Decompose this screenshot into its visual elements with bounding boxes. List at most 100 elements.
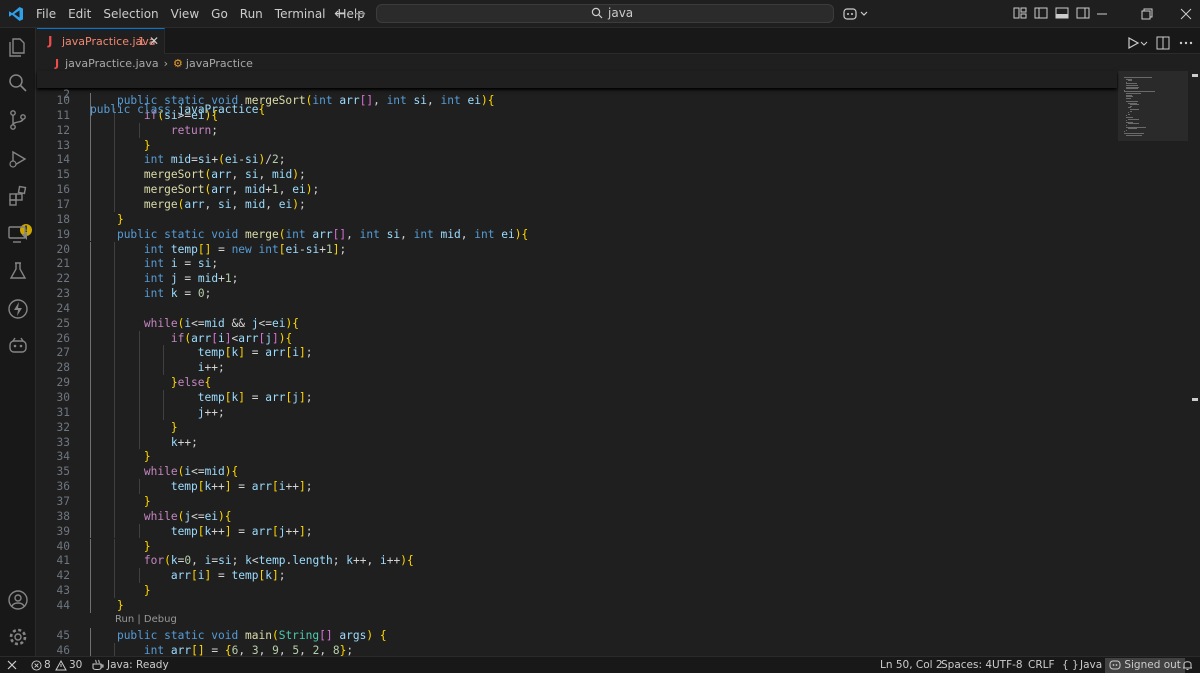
testing-icon[interactable] — [7, 260, 29, 282]
code-row[interactable]: 43 } — [37, 583, 1117, 598]
explorer-icon[interactable] — [7, 36, 29, 58]
code-row[interactable]: 29 }else{ — [37, 375, 1117, 390]
code-line: }else{ — [170, 376, 212, 390]
java-status[interactable]: Java: Ready — [107, 658, 169, 673]
toggle-primary-sidebar-icon[interactable] — [1034, 6, 1048, 20]
menu-run[interactable]: Run — [234, 0, 269, 28]
toggle-secondary-sidebar-icon[interactable] — [1076, 6, 1090, 20]
status-bar: 8 30 Java: Ready Ln 50, Col 2 Spaces: 4 … — [0, 656, 1200, 673]
indent-guide — [90, 390, 91, 405]
split-editor-icon[interactable] — [1155, 35, 1171, 51]
account-status[interactable]: Signed out — [1105, 658, 1185, 673]
menu-edit[interactable]: Edit — [62, 0, 97, 28]
warning-count[interactable]: 30 — [69, 658, 82, 673]
code-row[interactable]: 20 int temp[] = new int[ei-si+1]; — [37, 242, 1117, 257]
code-row[interactable]: 19 public static void merge(int arr[], i… — [37, 227, 1117, 242]
code-row[interactable]: 16 mergeSort(arr, mid+1, ei); — [37, 182, 1117, 197]
run-java-icon[interactable] — [1125, 35, 1141, 51]
code-row[interactable]: 34 } — [37, 449, 1117, 464]
menu-go[interactable]: Go — [205, 0, 234, 28]
indent-guide — [114, 345, 116, 361]
code-row[interactable]: 30 temp[k] = arr[j]; — [37, 390, 1117, 405]
back-arrow-icon[interactable]: ← — [332, 6, 348, 22]
indent-guide — [90, 300, 91, 316]
code-row[interactable]: 15 mergeSort(arr, si, mid); — [37, 167, 1117, 182]
code-row[interactable]: 14 int mid=si+(ei-si)/2; — [37, 152, 1117, 167]
toggle-panel-icon[interactable] — [1055, 6, 1069, 20]
run-and-debug-icon[interactable] — [7, 148, 29, 170]
code-editor[interactable]: 2 public class javaPractice{ 10 public s… — [37, 71, 1117, 658]
line-number: 26 — [56, 331, 70, 345]
indent-guide — [114, 256, 116, 272]
code-row[interactable]: 35 while(i<=mid){ — [37, 464, 1117, 479]
code-row[interactable]: 37 } — [37, 494, 1117, 509]
line-number: 22 — [56, 272, 70, 286]
cursor-position[interactable]: Ln 50, Col 2 — [880, 658, 943, 673]
minimap[interactable] — [1118, 71, 1188, 656]
code-row[interactable]: 27 temp[k] = arr[i]; — [37, 345, 1117, 360]
sticky-scroll-line[interactable]: 2 public class javaPractice{ — [37, 71, 1117, 116]
code-row[interactable]: 28 i++; — [37, 360, 1117, 375]
codelens-run-debug[interactable]: Run | Debug — [115, 614, 177, 625]
extensions-icon[interactable] — [7, 185, 29, 207]
code-row[interactable]: 33 k++; — [37, 435, 1117, 450]
remote-explorer-icon[interactable] — [7, 223, 29, 245]
copilot-icon[interactable] — [843, 6, 869, 22]
code-row[interactable]: 24 — [37, 301, 1117, 316]
remote-indicator-icon[interactable] — [0, 657, 24, 673]
code-row[interactable]: 12 return; — [37, 123, 1117, 138]
breadcrumb-symbol[interactable]: javaPractice — [186, 57, 253, 70]
code-row[interactable]: 36 temp[k++] = arr[i++]; — [37, 479, 1117, 494]
end-of-line[interactable]: CRLF — [1028, 658, 1055, 673]
menu-view[interactable]: View — [165, 0, 205, 28]
code-row[interactable]: 44 } — [37, 598, 1117, 613]
minimap-line — [1128, 118, 1139, 120]
code-row[interactable]: 42 arr[i] = temp[k]; — [37, 568, 1117, 583]
code-row[interactable]: 13 } — [37, 138, 1117, 153]
account-icon[interactable] — [7, 589, 29, 611]
minimap-slider[interactable] — [1118, 71, 1188, 141]
code-row[interactable]: 40 } — [37, 539, 1117, 554]
close-tab-icon[interactable]: ✕ — [149, 35, 161, 47]
code-row[interactable]: 18 } — [37, 212, 1117, 227]
code-row[interactable]: 23 int k = 0; — [37, 286, 1117, 301]
menu-selection[interactable]: Selection — [97, 0, 164, 28]
copilot-chat-icon[interactable] — [7, 335, 29, 357]
breadcrumb-file[interactable]: javaPractice.java — [65, 57, 159, 70]
restore-icon[interactable] — [1139, 6, 1155, 22]
minimize-icon[interactable] — [1094, 6, 1110, 22]
code-row[interactable]: 45 public static void main(String[] args… — [37, 628, 1117, 643]
code-row[interactable]: 22 int j = mid+1; — [37, 271, 1117, 286]
customize-layout-icon[interactable] — [1013, 6, 1027, 20]
menu-terminal[interactable]: Terminal — [269, 0, 332, 28]
line-number: 36 — [56, 480, 70, 494]
java-status-icon — [92, 659, 104, 670]
run-dropdown-chevron-icon[interactable] — [1140, 35, 1148, 51]
code-row[interactable]: 17 merge(arr, si, mid, ei); — [37, 197, 1117, 212]
error-count[interactable]: 8 — [44, 658, 51, 673]
code-row[interactable]: 41 for(k=0, i=si; k<temp.length; k++, i+… — [37, 553, 1117, 568]
tab-javapractice[interactable]: J javaPractice.java 1 ✕ — [37, 28, 165, 54]
more-actions-icon[interactable] — [1178, 35, 1194, 51]
lightning-icon[interactable] — [7, 298, 29, 320]
code-row[interactable]: 25 while(i<=mid && j<=ei){ — [37, 316, 1117, 331]
search-icon — [591, 7, 603, 19]
code-row[interactable]: 39 temp[k++] = arr[j++]; — [37, 524, 1117, 539]
search-view-icon[interactable] — [7, 72, 29, 94]
code-row[interactable]: 21 int i = si; — [37, 256, 1117, 271]
notifications-bell-icon[interactable] — [1181, 659, 1194, 671]
code-row[interactable]: 31 j++; — [37, 405, 1117, 420]
forward-arrow-icon[interactable]: → — [352, 6, 368, 22]
settings-gear-icon[interactable] — [7, 626, 29, 648]
source-control-icon[interactable] — [7, 109, 29, 131]
encoding[interactable]: UTF-8 — [992, 658, 1023, 673]
language-mode[interactable]: Java — [1080, 658, 1102, 673]
code-row[interactable]: 26 if(arr[i]<arr[j]){ — [37, 331, 1117, 346]
command-center-search[interactable]: java — [376, 4, 834, 23]
code-row[interactable]: 38 while(j<=ei){ — [37, 509, 1117, 524]
indentation[interactable]: Spaces: 4 — [941, 658, 992, 673]
code-row[interactable]: 32 } — [37, 420, 1117, 435]
menu-file[interactable]: File — [30, 0, 62, 28]
code-line: int mid=si+(ei-si)/2; — [143, 153, 286, 167]
close-window-icon[interactable] — [1178, 6, 1194, 22]
